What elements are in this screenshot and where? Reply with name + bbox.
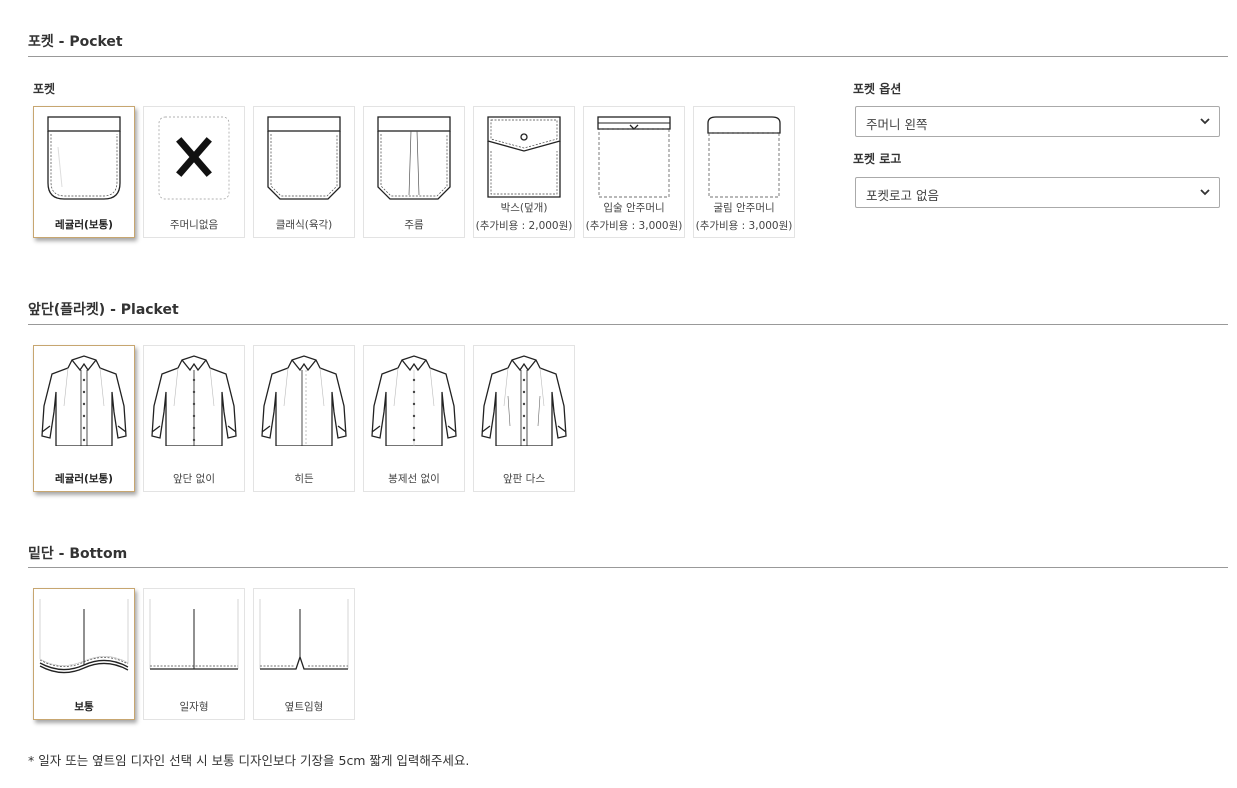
front-dart-shirt-icon <box>474 346 574 446</box>
bottom-option-label: 보통 <box>74 701 94 713</box>
bottom-option-card[interactable]: 옆트임형 <box>253 588 355 720</box>
placket-option-card[interactable]: 봉제선 없이 <box>363 345 465 492</box>
pocket-option-card[interactable]: 레귤러(보통) <box>33 106 135 238</box>
pocket-logo-value: 포켓로고 없음 <box>866 188 939 203</box>
pocket-sub-label: 포켓 <box>33 82 56 96</box>
bottom-option-label: 일자형 <box>179 701 209 713</box>
pocket-option-label: 주머니없음 <box>169 219 219 231</box>
bottom-option-card[interactable]: 일자형 <box>143 588 245 720</box>
placket-option-label: 레귤러(보통) <box>55 473 113 485</box>
seamless-placket-shirt-icon <box>364 346 464 446</box>
chevron-down-icon <box>1200 189 1210 196</box>
placket-option-card[interactable]: 히든 <box>253 345 355 492</box>
pocket-option-label: 클래식(육각) <box>275 219 333 231</box>
pocket-logo-label: 포켓 로고 <box>853 152 902 166</box>
pocket-options-select[interactable]: 주머니 왼쪽 <box>855 106 1220 137</box>
placket-option-label: 봉제선 없이 <box>388 473 440 485</box>
regular-placket-shirt-icon <box>34 346 134 446</box>
pocket-section-title: 포켓 - Pocket <box>28 34 123 50</box>
classic-hexagon-pocket-icon <box>254 107 354 207</box>
chevron-down-icon <box>1200 118 1210 125</box>
curved-hem-icon <box>34 589 134 689</box>
pocket-option-label: 굴림 안주머니 <box>713 202 775 214</box>
pocket-option-extra-cost: (추가비용 : 3,000원) <box>695 220 793 232</box>
placket-option-label: 히든 <box>294 473 314 485</box>
hidden-placket-shirt-icon <box>254 346 354 446</box>
pocket-option-card[interactable]: 주머니없음 <box>143 106 245 238</box>
pocket-option-extra-cost: (추가비용 : 2,000원) <box>475 220 573 232</box>
box-flap-pocket-icon <box>474 107 574 207</box>
placket-section-title: 앞단(플라켓) - Placket <box>28 302 179 318</box>
placket-option-label: 앞단 없이 <box>173 473 215 485</box>
placket-option-card[interactable]: 레귤러(보통) <box>33 345 135 492</box>
pocket-option-extra-cost: (추가비용 : 3,000원) <box>585 220 683 232</box>
pocket-options-label: 포켓 옵션 <box>853 82 902 96</box>
bottom-option-card[interactable]: 보통 <box>33 588 135 720</box>
placket-option-card[interactable]: 앞판 다스 <box>473 345 575 492</box>
placket-option-label: 앞판 다스 <box>503 473 545 485</box>
placket-section-divider <box>28 324 1228 325</box>
no-placket-shirt-icon <box>144 346 244 446</box>
pocket-options-value: 주머니 왼쪽 <box>866 117 928 132</box>
straight-hem-icon <box>144 589 244 689</box>
pocket-section-divider <box>28 56 1228 57</box>
pocket-option-card[interactable]: 박스(덮개) (추가비용 : 2,000원) <box>473 106 575 238</box>
placket-option-card[interactable]: 앞단 없이 <box>143 345 245 492</box>
bottom-option-label: 옆트임형 <box>284 701 324 713</box>
bottom-section-title: 밑단 - Bottom <box>28 546 128 562</box>
welt-inner-pocket-icon <box>584 107 684 207</box>
pocket-option-label: 주름 <box>404 219 424 231</box>
pocket-option-card[interactable]: 입술 안주머니 (추가비용 : 3,000원) <box>583 106 685 238</box>
pocket-option-card[interactable]: 주름 <box>363 106 465 238</box>
pocket-option-card[interactable]: 굴림 안주머니 (추가비용 : 3,000원) <box>693 106 795 238</box>
pocket-option-label: 입술 안주머니 <box>603 202 665 214</box>
bottom-section-divider <box>28 567 1228 568</box>
pocket-logo-select[interactable]: 포켓로고 없음 <box>855 177 1220 208</box>
no-pocket-icon <box>144 107 244 207</box>
regular-pocket-icon <box>34 107 134 207</box>
pocket-option-card[interactable]: 클래식(육각) <box>253 106 355 238</box>
pocket-option-label: 박스(덮개) <box>500 202 548 214</box>
pocket-option-label: 레귤러(보통) <box>55 219 113 231</box>
length-note: * 일자 또는 옆트임 디자인 선택 시 보통 디자인보다 기장을 5cm 짧게… <box>28 753 470 768</box>
side-slit-hem-icon <box>254 589 354 689</box>
pleated-pocket-icon <box>364 107 464 207</box>
rounded-inner-pocket-icon <box>694 107 794 207</box>
